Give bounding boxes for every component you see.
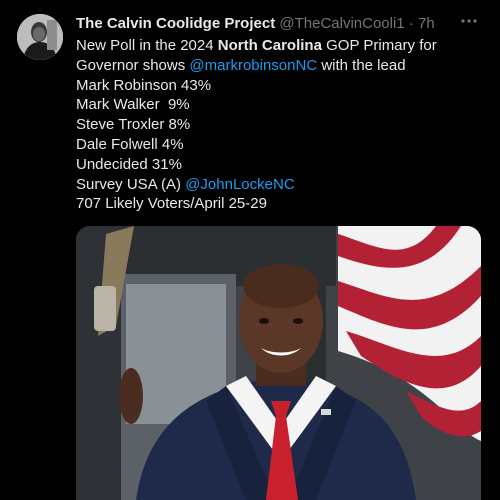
text-segment: Governor shows bbox=[76, 56, 190, 74]
text-line-1: New Poll in the 2024 North Carolina GOP … bbox=[76, 36, 486, 56]
display-name[interactable]: The Calvin Coolidge Project bbox=[76, 15, 275, 32]
footer-line: 707 Likely Voters/April 25-29 bbox=[76, 195, 267, 213]
result-line: Mark Walker 9% bbox=[76, 96, 190, 114]
photo-image bbox=[76, 226, 481, 500]
result-line: Steve Troxler 8% bbox=[76, 116, 191, 134]
text-segment: GOP Primary for bbox=[321, 37, 437, 54]
result-line: Undecided 31% bbox=[76, 155, 182, 173]
result-line: Dale Folwell 4% bbox=[76, 135, 184, 153]
text-segment: with the lead bbox=[317, 56, 406, 74]
tweet-header: The Calvin Coolidge Project @TheCalvinCo… bbox=[76, 13, 470, 35]
text-line-2: Governor shows @markrobinsonNC with the … bbox=[76, 56, 486, 76]
more-horizontal-icon[interactable] bbox=[460, 12, 478, 30]
tweet-text: New Poll in the 2024 North Carolina GOP … bbox=[76, 36, 486, 214]
avatar-image bbox=[17, 14, 63, 60]
mention-link[interactable]: @JohnLockeNC bbox=[185, 176, 294, 193]
result-line: Mark Robinson 43% bbox=[76, 76, 212, 94]
text-segment: Survey USA (A) bbox=[76, 175, 186, 193]
survey-line: Survey USA (A) @JohnLockeNC bbox=[76, 175, 486, 195]
separator-dot: · bbox=[408, 15, 414, 32]
bold-text: North Carolina bbox=[217, 37, 322, 54]
tweet-photo[interactable] bbox=[76, 226, 481, 500]
text-segment: New Poll in the 2024 bbox=[76, 37, 218, 54]
avatar[interactable] bbox=[17, 14, 63, 60]
tweet[interactable]: The Calvin Coolidge Project @TheCalvinCo… bbox=[0, 0, 500, 500]
mention-link[interactable]: @markrobinsonNC bbox=[189, 57, 317, 74]
timestamp[interactable]: 7h bbox=[418, 15, 435, 32]
user-handle[interactable]: @TheCalvinCooli1 bbox=[279, 15, 404, 32]
